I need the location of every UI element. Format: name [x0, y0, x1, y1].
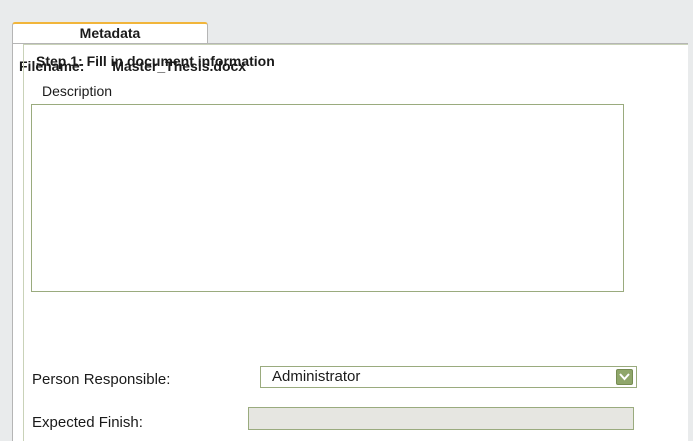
expected-finish-label: Expected Finish:	[32, 414, 143, 431]
chevron-down-icon[interactable]	[616, 369, 633, 385]
person-responsible-value: Administrator	[272, 368, 361, 385]
person-responsible-label: Person Responsible:	[32, 371, 171, 388]
description-textarea[interactable]	[31, 104, 624, 292]
tab-strip: Metadata	[0, 0, 693, 44]
expected-finish-field[interactable]	[248, 407, 634, 430]
tab-metadata[interactable]: Metadata	[12, 22, 208, 44]
step-title: Step 1: Fill in document information	[36, 53, 275, 69]
description-label: Description	[42, 83, 113, 99]
person-responsible-select[interactable]: Administrator	[260, 366, 637, 388]
metadata-window: Metadata Filename: Master_Thesis.docx St…	[0, 0, 693, 441]
window-edge	[688, 0, 693, 441]
